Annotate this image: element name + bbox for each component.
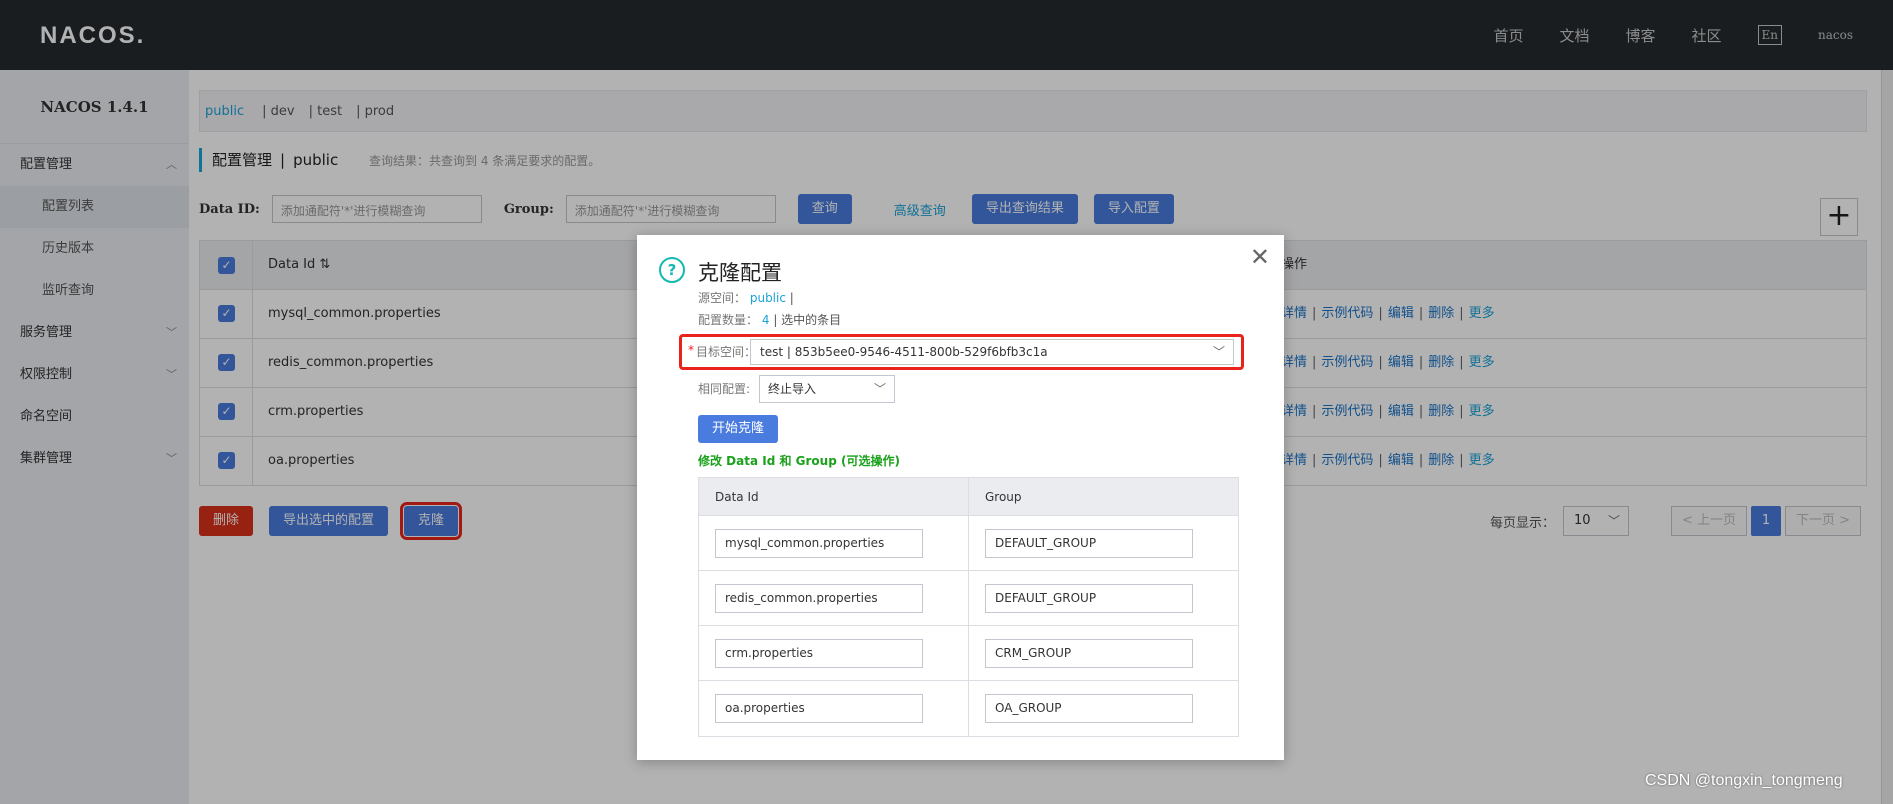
column-header-group: Group <box>985 490 1022 504</box>
table-header: Data Id Group <box>699 478 1238 516</box>
table-row: oa.properties OA_GROUP <box>699 681 1238 736</box>
count-suffix: | 选中的条目 <box>773 313 842 327</box>
config-count-line: 配置数量： 4 | 选中的条目 <box>698 311 841 328</box>
help-icon: ? <box>659 257 685 283</box>
group-input[interactable]: DEFAULT_GROUP <box>985 529 1193 558</box>
target-namespace-select[interactable]: test | 853b5ee0-9546-4511-800b-529f6bfb3… <box>750 339 1234 365</box>
table-row: crm.properties CRM_GROUP <box>699 626 1238 681</box>
close-icon[interactable]: ✕ <box>1250 243 1270 271</box>
chevron-down-icon: ﹀ <box>873 382 886 396</box>
dataid-input[interactable]: oa.properties <box>715 694 923 723</box>
source-separator: | <box>789 291 794 305</box>
table-row: mysql_common.properties DEFAULT_GROUP <box>699 516 1238 571</box>
chevron-down-icon: ﹀ <box>1212 345 1225 359</box>
same-config-label: 相同配置: <box>698 382 751 396</box>
count-label: 配置数量： <box>698 313 759 327</box>
column-header-dataid: Data Id <box>699 478 969 515</box>
dataid-input[interactable]: redis_common.properties <box>715 584 923 613</box>
required-mark: * <box>688 343 694 357</box>
group-input[interactable]: OA_GROUP <box>985 694 1193 723</box>
clone-config-dialog: ✕ ? 克隆配置 源空间： public | 配置数量： 4 | 选中的条目 *… <box>637 235 1284 760</box>
group-input[interactable]: CRM_GROUP <box>985 639 1193 668</box>
target-namespace-row: * 目标空间： test | 853b5ee0-9546-4511-800b-5… <box>679 334 1244 370</box>
dataid-input[interactable]: crm.properties <box>715 639 923 668</box>
source-namespace-line: 源空间： public | <box>698 289 794 306</box>
edit-optional-hint: 修改 Data Id 和 Group (可选操作) <box>698 454 900 468</box>
source-value: public <box>749 291 786 305</box>
same-config-policy-select[interactable]: 终止导入 ﹀ <box>759 375 895 403</box>
clone-items-table: Data Id Group mysql_common.properties DE… <box>698 477 1239 737</box>
dialog-title: 克隆配置 <box>698 261 782 285</box>
target-label: 目标空间： <box>696 345 757 359</box>
csdn-watermark: CSDN @tongxin_tongmeng <box>1645 772 1843 789</box>
table-row: redis_common.properties DEFAULT_GROUP <box>699 571 1238 626</box>
start-clone-button[interactable]: 开始克隆 <box>698 415 778 443</box>
source-label: 源空间： <box>698 291 747 305</box>
count-value: 4 <box>761 313 770 327</box>
group-input[interactable]: DEFAULT_GROUP <box>985 584 1193 613</box>
dataid-input[interactable]: mysql_common.properties <box>715 529 923 558</box>
